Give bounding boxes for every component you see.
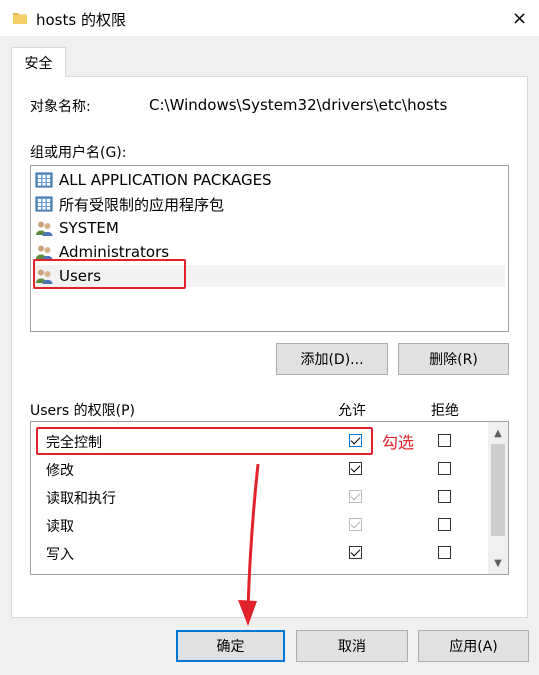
object-name-value: C:\Windows\System32\drivers\etc\hosts xyxy=(149,96,448,114)
list-item-label: ALL APPLICATION PACKAGES xyxy=(59,171,272,189)
list-item[interactable]: SYSTEM xyxy=(35,217,505,239)
list-item[interactable]: ALL APPLICATION PACKAGES xyxy=(35,169,505,191)
list-item[interactable]: 所有受限制的应用程序包 xyxy=(35,193,505,215)
folder-icon xyxy=(13,13,27,24)
deny-read-execute-checkbox[interactable] xyxy=(438,490,451,503)
deny-full-control-checkbox[interactable] xyxy=(438,434,451,447)
ok-button[interactable]: 确定 xyxy=(176,630,285,662)
user-group-icon xyxy=(36,245,53,260)
remove-button[interactable]: 删除(R) xyxy=(398,343,509,375)
permission-name: 修改 xyxy=(46,463,74,479)
list-item-label: SYSTEM xyxy=(59,219,119,237)
deny-modify-checkbox[interactable] xyxy=(438,462,451,475)
close-button[interactable]: × xyxy=(500,0,539,36)
package-group-icon xyxy=(35,196,53,212)
scroll-up-icon[interactable]: ▲ xyxy=(488,424,508,442)
check-annotation: 勾选 xyxy=(382,433,415,452)
allow-read-execute-checkbox xyxy=(349,490,362,503)
permission-name: 读取和执行 xyxy=(46,491,116,507)
tab-security[interactable]: 安全 xyxy=(11,47,66,77)
allow-read-checkbox xyxy=(349,518,362,531)
object-name-label: 对象名称: xyxy=(30,99,91,115)
groups-listbox[interactable]: ALL APPLICATION PACKAGES 所有受限制的应用程序包 SYS… xyxy=(30,165,509,332)
deny-read-checkbox[interactable] xyxy=(438,518,451,531)
scroll-down-icon[interactable]: ▼ xyxy=(488,554,508,572)
allow-modify-checkbox[interactable] xyxy=(349,462,362,475)
allow-write-checkbox[interactable] xyxy=(349,546,362,559)
users-highlight-box xyxy=(33,259,186,289)
apply-button[interactable]: 应用(A) xyxy=(418,630,529,662)
deny-write-checkbox[interactable] xyxy=(438,546,451,559)
deny-header: 拒绝 xyxy=(431,403,459,419)
allow-header: 允许 xyxy=(338,403,366,419)
permissions-label: Users 的权限(P) xyxy=(30,403,136,419)
permission-name: 读取 xyxy=(46,519,74,535)
deny-special-checkbox[interactable] xyxy=(438,574,451,575)
groups-label: 组或用户名(G): xyxy=(30,145,127,161)
cancel-button[interactable]: 取消 xyxy=(296,630,408,662)
title-bar: hosts 的权限 × xyxy=(0,0,539,36)
add-button[interactable]: 添加(D)... xyxy=(276,343,388,375)
full-control-highlight-box xyxy=(36,427,373,455)
permissions-scrollbar[interactable]: ▲ ▼ xyxy=(488,422,508,574)
close-icon: × xyxy=(511,7,528,29)
arrow-annotation-icon xyxy=(238,463,260,626)
allow-special-checkbox xyxy=(349,574,362,575)
package-group-icon xyxy=(35,172,53,188)
user-group-icon xyxy=(36,221,53,236)
scroll-thumb[interactable] xyxy=(491,444,505,536)
window-title: hosts 的权限 xyxy=(36,11,126,29)
list-item-label: 所有受限制的应用程序包 xyxy=(59,195,225,214)
permission-name: 写入 xyxy=(46,547,74,563)
